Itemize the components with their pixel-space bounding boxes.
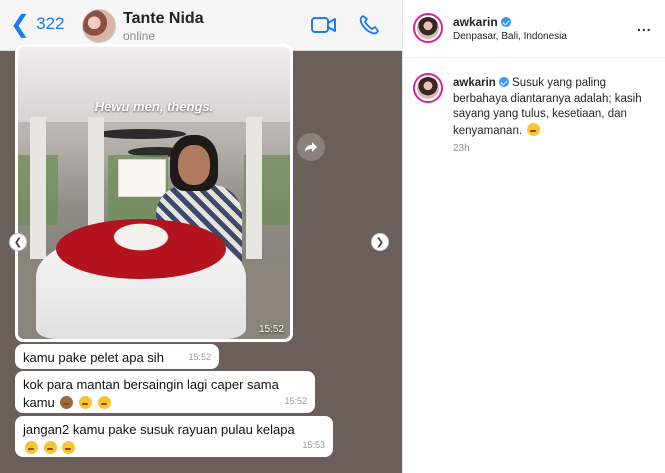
chevron-right-icon: ❯ [375, 236, 385, 248]
see-no-evil-monkey-icon [60, 396, 74, 409]
chat-message[interactable]: kamu pake pelet apa sih 15:52 [15, 344, 219, 369]
chevron-left-icon: ❮ [10, 10, 31, 38]
photo-person-face [178, 145, 210, 185]
contact-name[interactable]: Tante Nida [123, 10, 204, 28]
contact-status: online [123, 29, 156, 43]
carousel-prev-button[interactable]: ❮ [9, 233, 27, 251]
message-timestamp: 15:52 [284, 396, 307, 406]
post-caption: awkarin Susuk yang paling berbahaya dian… [453, 76, 653, 139]
post-username[interactable]: awkarin [453, 15, 511, 29]
forward-icon [305, 142, 317, 152]
whatsapp-chat-screenshot: ❮ 322 Tante Nida online Hewu men, thengs… [0, 0, 402, 473]
message-text: kamu pake pelet apa sih [23, 350, 164, 365]
instagram-post-panel: awkarin Denpasar, Bali, Indonesia ... aw… [402, 0, 665, 473]
more-options-button[interactable]: ... [637, 18, 652, 34]
photo-caption: Hewu men, thengs. [94, 99, 214, 114]
message-text: jangan2 kamu pake susuk rayuan pulau kel… [23, 422, 295, 437]
forward-button[interactable] [297, 133, 325, 161]
back-button[interactable]: ❮ 322 [10, 12, 64, 36]
photo-card [118, 159, 166, 197]
phone-call-icon[interactable] [358, 14, 380, 36]
photo-lamp [96, 129, 186, 139]
chat-message[interactable]: kok para mantan bersaingin lagi caper sa… [15, 371, 315, 413]
photo-flower-bouquet[interactable]: Hewu men, thengs. 15:52 [18, 47, 290, 339]
profile-avatar[interactable] [413, 13, 443, 43]
carousel-next-button[interactable]: ❯ [371, 233, 389, 251]
caption-avatar[interactable] [413, 73, 443, 103]
chevron-left-icon: ❮ [13, 236, 23, 248]
zany-face-icon [97, 396, 111, 409]
message-timestamp: 15:53 [302, 440, 325, 450]
zany-face-icon [43, 441, 57, 454]
photo-roses [56, 219, 226, 279]
photo-message-bubble[interactable]: Hewu men, thengs. 15:52 [15, 44, 293, 342]
verified-badge-icon [498, 77, 509, 87]
zany-face-icon [62, 441, 76, 454]
contact-avatar[interactable] [82, 9, 116, 43]
verified-badge-icon [500, 17, 511, 27]
caption-username[interactable]: awkarin [453, 77, 496, 89]
winking-face-with-tongue-icon [527, 122, 541, 136]
message-timestamp: 15:52 [188, 352, 211, 362]
zany-face-icon [79, 396, 93, 409]
photo-timestamp: 15:52 [258, 324, 284, 335]
post-time-ago[interactable]: 23h [453, 143, 470, 154]
username-text[interactable]: awkarin [453, 15, 498, 29]
chat-message[interactable]: jangan2 kamu pake susuk rayuan pulau kel… [15, 416, 333, 457]
video-call-icon[interactable] [311, 16, 337, 34]
post-header: awkarin Denpasar, Bali, Indonesia ... [403, 0, 665, 58]
zany-face-icon [25, 441, 38, 454]
screenshot-root: ❮ 322 Tante Nida online Hewu men, thengs… [0, 0, 665, 473]
post-location[interactable]: Denpasar, Bali, Indonesia [453, 31, 567, 42]
unread-count: 322 [36, 14, 65, 33]
